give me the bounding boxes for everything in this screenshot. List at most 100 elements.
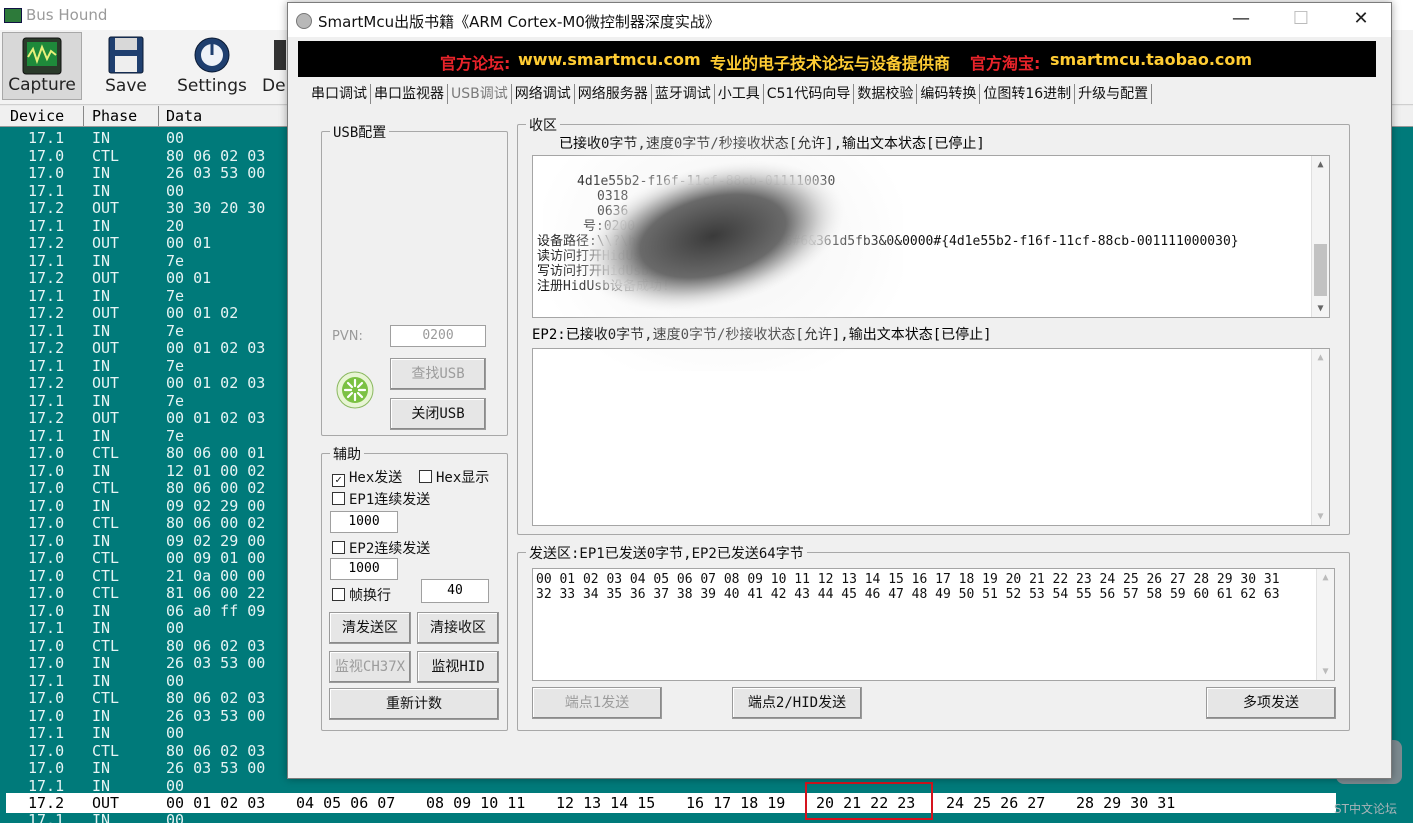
ep1-recv-scrollbar[interactable]: ▲ ▼ <box>1311 156 1329 317</box>
ep2-recv-scrollbar[interactable]: ▲ ▼ <box>1311 349 1329 525</box>
chevron-down-icon[interactable]: ▼ <box>1317 663 1334 680</box>
column-phase[interactable]: Phase <box>92 107 137 125</box>
tab-1[interactable]: 串口监视器 <box>371 84 448 104</box>
devices-button[interactable]: De <box>262 32 288 100</box>
row-device: 17.2 <box>28 304 65 322</box>
frame-length-field[interactable]: 40 <box>421 579 489 603</box>
save-button[interactable]: Save <box>96 32 156 100</box>
row-data: 26 03 53 00 <box>166 164 266 182</box>
pvn-field[interactable]: 0200 <box>390 325 486 347</box>
tab-6[interactable]: 小工具 <box>715 84 764 104</box>
scroll-thumb[interactable] <box>1314 244 1327 296</box>
promo-banner[interactable]: 官方论坛: www.smartmcu.com 专业的电子技术论坛与设备提供商 官… <box>298 41 1376 77</box>
oscilloscope-icon <box>22 37 62 75</box>
row-device: 17.0 <box>28 531 65 550</box>
checkmark-icon: ✓ <box>332 474 345 487</box>
chevron-up-icon[interactable]: ▲ <box>1312 349 1329 366</box>
tab-3[interactable]: 网络调试 <box>512 84 575 104</box>
ep1-interval-field[interactable]: 1000 <box>330 511 398 533</box>
capture-row[interactable]: 17.1 IN 00 <box>0 813 1413 823</box>
minimize-button[interactable]: — <box>1213 3 1269 37</box>
tab-10[interactable]: 位图转16进制 <box>980 84 1076 104</box>
monitor-ch37x-button[interactable]: 监视CH37X <box>329 651 411 683</box>
column-device[interactable]: Device <box>10 107 64 125</box>
main-tabs: 串口调试 串口监视器 USB调试 网络调试 网络服务器 蓝牙调试 小工具 C51代码向导 数据校… <box>308 84 1153 106</box>
hex-display-checkbox[interactable]: Hex显示 <box>419 467 489 487</box>
row-data: 09 02 29 00 <box>166 531 266 550</box>
row-device: 17.0 <box>28 584 65 602</box>
row-device: 17.0 <box>28 479 65 497</box>
frame-newline-checkbox[interactable]: 帧换行 <box>332 585 391 605</box>
row-data: 00 <box>166 671 185 690</box>
chevron-up-icon[interactable]: ▲ <box>1317 569 1334 586</box>
capture-button[interactable]: Capture <box>2 32 82 100</box>
tab-5[interactable]: 蓝牙调试 <box>652 84 715 104</box>
row-device: 17.0 <box>28 461 65 480</box>
column-data[interactable]: Data <box>166 107 202 125</box>
ep2-interval-field[interactable]: 1000 <box>330 558 398 580</box>
row-device: 17.0 <box>28 444 65 462</box>
chevron-down-icon[interactable]: ▼ <box>1312 300 1329 317</box>
row-data: 00 <box>166 813 185 823</box>
find-usb-button[interactable]: 查找USB <box>390 358 486 390</box>
tab-0[interactable]: 串口调试 <box>308 84 371 104</box>
hex-send-label: Hex发送 <box>349 470 403 486</box>
row-data: 30 30 20 30 <box>166 199 266 217</box>
selected-capture-row[interactable]: 17.2 OUT 00 01 02 03 04 05 06 07 08 09 1… <box>6 793 1336 813</box>
row-phase: IN <box>92 286 111 305</box>
maximize-button[interactable]: ☐ <box>1273 3 1329 37</box>
row-device: 17.0 <box>28 759 65 777</box>
tab-7[interactable]: C51代码向导 <box>764 84 855 104</box>
selected-row-data-group: 24 25 26 27 <box>946 794 1046 812</box>
row-data: 00 01 <box>166 269 212 287</box>
row-phase: CTL <box>92 741 120 760</box>
tab-9[interactable]: 编码转换 <box>917 84 981 104</box>
chevron-up-icon[interactable]: ▲ <box>1312 156 1329 173</box>
close-usb-button[interactable]: 关闭USB <box>390 398 486 430</box>
row-phase: IN <box>92 654 111 672</box>
multi-send-button[interactable]: 多项发送 <box>1206 687 1336 719</box>
row-phase: OUT <box>92 304 120 322</box>
row-phase: IN <box>92 724 111 742</box>
chevron-down-icon[interactable]: ▼ <box>1312 508 1329 525</box>
tab-2[interactable]: USB调试 <box>448 84 512 104</box>
aux-title: 辅助 <box>330 444 364 464</box>
clear-recv-button[interactable]: 清接收区 <box>417 612 499 644</box>
ep1-continuous-checkbox[interactable]: EP1连续发送 <box>332 489 430 509</box>
row-phase: IN <box>92 671 111 690</box>
recount-button[interactable]: 重新计数 <box>329 688 499 720</box>
row-phase: IN <box>92 129 111 147</box>
ep1-send-button[interactable]: 端点1发送 <box>532 687 662 719</box>
row-phase: IN <box>92 619 111 637</box>
capture-row[interactable]: 17.1 IN 00 <box>0 777 1413 795</box>
send-scrollbar[interactable]: ▲ ▼ <box>1316 569 1334 680</box>
monitor-hid-button[interactable]: 监视HID <box>417 651 499 683</box>
ep2-receive-textarea[interactable]: ▲ ▼ <box>532 348 1330 526</box>
smartmcu-titlebar[interactable]: SmartMcu出版书籍《ARM Cortex-M0微控制器深度实战》 — ☐ … <box>288 3 1391 37</box>
bushound-app-icon <box>4 8 22 23</box>
row-device: 17.0 <box>28 566 65 585</box>
send-group-title: 发送区:EP1已发送0字节,EP2已发送64字节 <box>526 543 807 563</box>
settings-button[interactable]: Settings <box>176 32 248 100</box>
close-button[interactable]: ✕ <box>1333 3 1389 37</box>
tab-8[interactable]: 数据校验 <box>854 84 918 104</box>
banner-forum-url[interactable]: www.smartmcu.com <box>518 50 701 69</box>
frame-newline-label: 帧换行 <box>349 588 391 604</box>
hex-send-checkbox[interactable]: ✓ Hex发送 <box>332 467 402 487</box>
ep1-receive-textarea[interactable]: 4d1e55b2-f16f-11cf-88cb-011110030 0318 0… <box>532 155 1330 318</box>
row-phase: IN <box>92 321 111 340</box>
row-data: 80 06 02 03 <box>166 741 266 760</box>
clear-send-button[interactable]: 清发送区 <box>329 612 411 644</box>
tab-4[interactable]: 网络服务器 <box>575 84 652 104</box>
banner-shop-url[interactable]: smartmcu.taobao.com <box>1050 50 1252 69</box>
row-data: 80 06 02 03 <box>166 146 266 165</box>
row-phase: OUT <box>92 199 120 217</box>
tab-11[interactable]: 升级与配置 <box>1075 84 1153 104</box>
ep2-hid-send-button[interactable]: 端点2/HID发送 <box>732 687 862 719</box>
row-data: 26 03 53 00 <box>166 706 266 725</box>
send-textarea[interactable]: 00 01 02 03 04 05 06 07 08 09 10 11 12 1… <box>532 568 1335 681</box>
row-phase: IN <box>92 426 111 445</box>
ep2-continuous-checkbox[interactable]: EP2连续发送 <box>332 538 430 558</box>
smartmcu-window: SmartMcu出版书籍《ARM Cortex-M0微控制器深度实战》 — ☐ … <box>287 2 1392 779</box>
pvn-label: PVN: <box>332 329 363 344</box>
